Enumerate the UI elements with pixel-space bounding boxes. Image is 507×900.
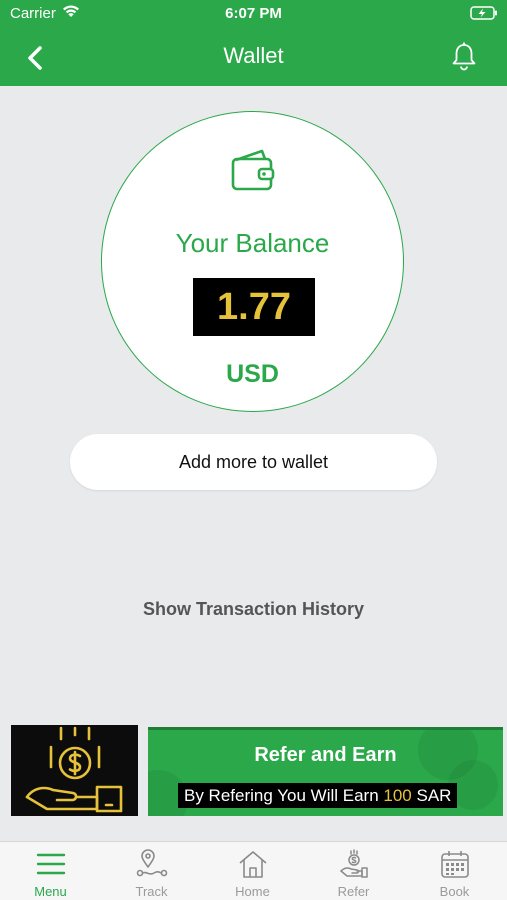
tab-track[interactable]: Track [101,842,202,900]
refer-currency: SAR [411,786,452,805]
bell-icon[interactable] [449,41,479,71]
tab-label: Refer [337,884,370,899]
balance-amount: 1.77 [193,278,315,336]
track-icon [136,849,168,877]
page-title: Wallet [223,43,284,68]
refer-title: Refer and Earn [254,744,397,766]
refer-banner-image[interactable] [11,725,138,816]
money-hand-icon [25,726,123,813]
refer-and-earn-card[interactable]: Refer and Earn By Refering You Will Earn… [148,727,503,816]
tab-book[interactable]: Book [404,842,505,900]
tab-home[interactable]: Home [202,842,303,900]
refer-text: By Refering You Will Earn [184,786,384,805]
refer-amount: 100 [383,786,412,805]
calendar-icon [441,851,469,878]
balance-currency: USD [226,360,279,388]
nav-bar: Wallet [0,28,507,86]
tab-menu[interactable]: Menu [0,842,101,900]
home-icon [239,851,267,878]
tab-label: Menu [34,884,67,899]
refer-icon [340,849,368,878]
clock: 6:07 PM [225,5,282,22]
tab-bar: Menu Track Home Refer Book [0,841,507,900]
tab-label: Book [439,884,470,899]
balance-card: Your Balance 1.77 USD [101,111,404,412]
battery-icon [470,6,497,20]
tab-label: Track [135,884,168,899]
refer-subtitle: By Refering You Will Earn 100 SAR [178,783,458,808]
add-to-wallet-button[interactable]: Add more to wallet [70,434,437,490]
balance-label: Your Balance [175,228,330,258]
show-transaction-history-link[interactable]: Show Transaction History [0,599,507,620]
menu-icon [36,853,66,875]
tab-label: Home [235,884,270,899]
tab-refer[interactable]: Refer [303,842,404,900]
status-bar: Carrier 6:07 PM [0,0,507,28]
wallet-icon [231,149,275,191]
